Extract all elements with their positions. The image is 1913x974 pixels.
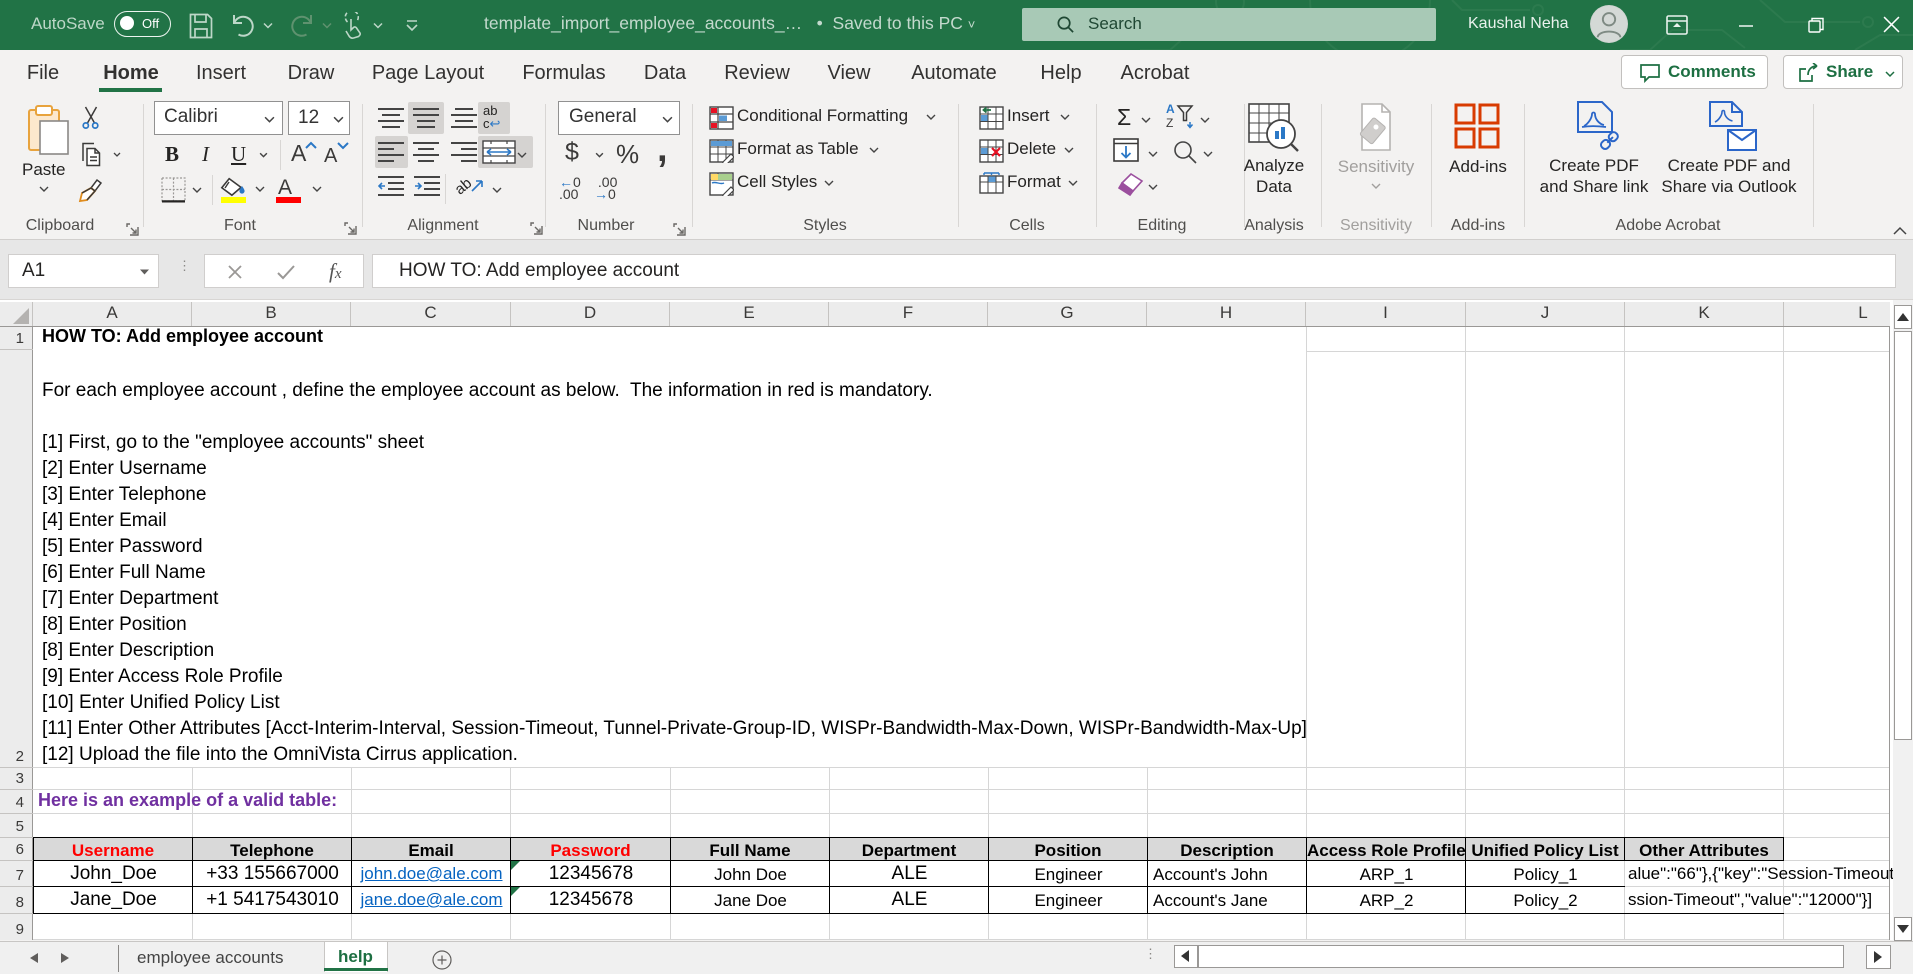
- svg-text:Z: Z: [1166, 116, 1173, 129]
- svg-text:A: A: [1166, 103, 1175, 116]
